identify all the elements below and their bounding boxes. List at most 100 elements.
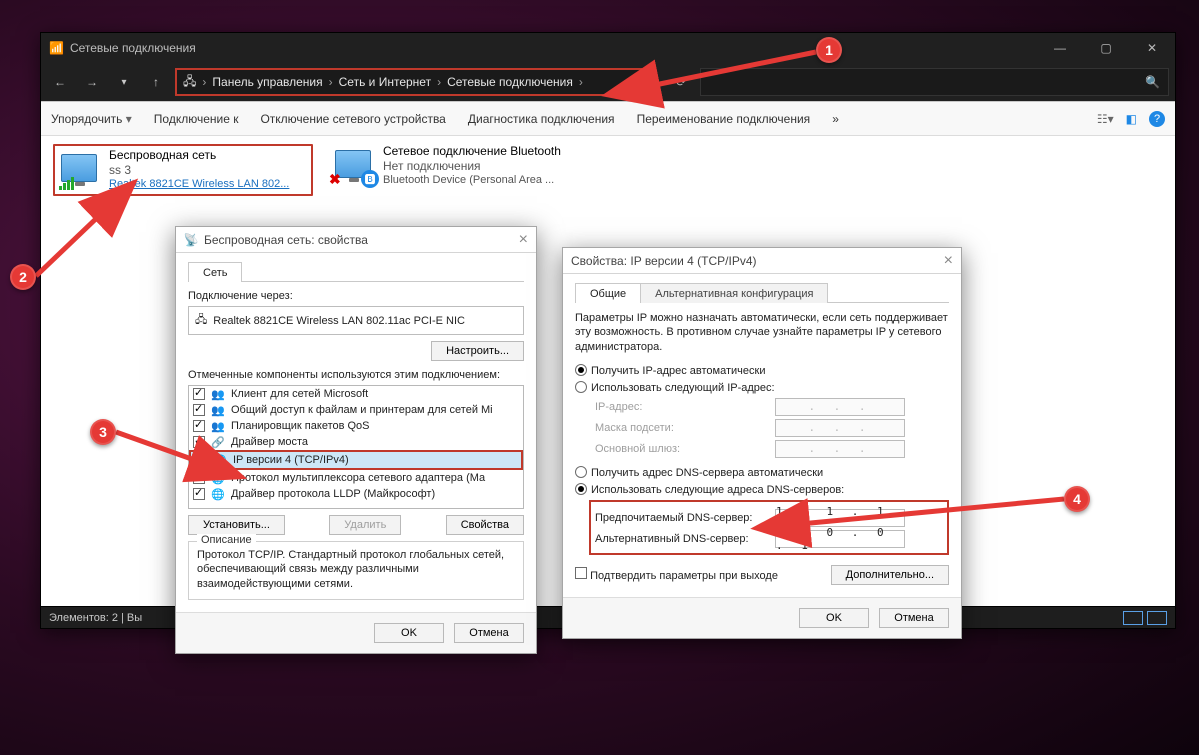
large-icons-view-icon[interactable] [1147,611,1167,625]
list-item-label: IP версии 4 (TCP/IPv4) [233,454,349,466]
install-button[interactable]: Установить... [188,515,285,535]
ip-label: IP-адрес: [595,401,775,413]
adapter-properties-dialog: 📡 Беспроводная сеть: свойства × Сеть Под… [175,226,537,654]
view-options-icon[interactable]: ☷▾ [1097,112,1114,126]
breadcrumb-item[interactable]: Сеть и Интернет [339,75,431,89]
mask-input: . . . [775,419,905,437]
rename-button[interactable]: Переименование подключения [637,112,811,126]
list-item-label: Протокол мультиплексора сетевого адаптер… [231,472,485,484]
dns-highlight-box: Предпочитаемый DNS-сервер:1 . 1 . 1 . 1 … [589,500,949,555]
description-title: Описание [197,534,256,546]
protocol-icon: 🌐 [213,453,227,467]
dialog-title: Свойства: IP версии 4 (TCP/IPv4) [571,254,757,268]
nic-icon: 🖧 [195,311,207,330]
radio-label: Использовать следующий IP-адрес: [591,382,775,394]
annotation-marker-2: 2 [10,264,36,290]
wifi-icon: 📡 [184,233,198,247]
dropdown-icon[interactable]: ⌄ [656,75,666,89]
configure-button[interactable]: Настроить... [431,341,524,361]
ok-button[interactable]: OK [374,623,444,643]
connect-to-button[interactable]: Подключение к [154,112,239,126]
client-icon: 👥 [211,387,225,401]
preview-pane-icon[interactable]: ◧ [1126,112,1137,126]
status-text: Элементов: 2 | Вы [49,612,142,624]
checkbox-icon[interactable] [193,488,205,500]
search-box[interactable]: 🔍 [700,68,1169,96]
breadcrumb-item[interactable]: Панель управления [212,75,322,89]
overflow-button[interactable]: » [832,112,839,126]
intro-text: Параметры IP можно назначать автоматичес… [575,311,949,354]
connection-status: Нет подключения [383,159,561,174]
advanced-button[interactable]: Дополнительно... [831,565,949,585]
confirm-label: Подтвердить параметры при выходе [590,570,778,582]
protocol-icon: 🌐 [211,471,225,485]
help-icon[interactable]: ? [1149,111,1165,127]
connection-item-bluetooth[interactable]: ✖ 🅱 Сетевое подключение Bluetooth Нет по… [331,144,591,188]
connection-item-wifi[interactable]: Беспроводная сеть ss 3 Realtek 8821CE Wi… [53,144,313,196]
dns2-label: Альтернативный DNS-сервер: [595,533,775,545]
search-icon: 🔍 [1145,75,1160,89]
radio-ip-manual[interactable] [575,381,587,393]
nav-row: ← → ▾ ↑ 🖧 › Панель управления › Сеть и И… [41,63,1175,101]
annotation-marker-4: 4 [1064,486,1090,512]
components-list[interactable]: 👥Клиент для сетей Microsoft 👥Общий досту… [188,385,524,509]
disable-device-button[interactable]: Отключение сетевого устройства [260,112,445,126]
up-button[interactable]: ↑ [143,69,169,95]
radio-label: Использовать следующие адреса DNS-сервер… [591,484,844,496]
connection-device: Realtek 8821CE Wireless LAN 802... [109,178,289,192]
radio-dns-manual[interactable] [575,483,587,495]
organize-menu[interactable]: Упорядочить [51,112,132,126]
qos-icon: 👥 [211,419,225,433]
connection-name: Сетевое подключение Bluetooth [383,144,561,159]
ipv4-properties-dialog: Свойства: IP версии 4 (TCP/IPv4) × Общие… [562,247,962,639]
tab-alternate[interactable]: Альтернативная конфигурация [640,283,828,303]
radio-dns-auto[interactable] [575,466,587,478]
details-view-icon[interactable] [1123,611,1143,625]
checkbox-icon[interactable] [193,388,205,400]
checkbox-icon[interactable] [193,420,205,432]
chevron-right-icon: › [329,75,333,89]
description-text: Протокол TCP/IP. Стандартный протокол гл… [197,548,515,591]
list-item-label: Планировщик пакетов QoS [231,420,370,432]
connection-name: Беспроводная сеть [109,148,289,163]
checkbox-icon[interactable] [193,472,205,484]
close-button[interactable]: × [944,252,953,270]
tab-general[interactable]: Общие [575,283,641,303]
close-button[interactable]: ✕ [1129,33,1175,63]
breadcrumb[interactable]: 🖧 › Панель управления › Сеть и Интернет … [175,68,642,96]
breadcrumb-icon: 🖧 [183,72,196,93]
radio-ip-auto[interactable] [575,364,587,376]
properties-button[interactable]: Свойства [446,515,524,535]
checkbox-icon[interactable] [193,436,205,448]
ip-input: . . . [775,398,905,416]
list-item-label: Клиент для сетей Microsoft [231,388,368,400]
command-bar: Упорядочить Подключение к Отключение сет… [41,102,1175,136]
close-button[interactable]: × [519,231,528,249]
breadcrumb-item[interactable]: Сетевые подключения [447,75,573,89]
maximize-button[interactable]: ▢ [1083,33,1129,63]
checkbox-icon[interactable] [195,454,207,466]
back-button[interactable]: ← [47,69,73,95]
forward-button[interactable]: → [79,69,105,95]
diagnose-button[interactable]: Диагностика подключения [468,112,615,126]
dialog-title: Беспроводная сеть: свойства [204,233,368,247]
history-dropdown[interactable]: ▾ [111,69,137,95]
confirm-checkbox[interactable] [575,567,587,579]
wifi-signal-icon [59,176,74,190]
refresh-button[interactable]: ⟳ [676,75,686,89]
connection-status: ss 3 [109,163,289,178]
annotation-marker-1: 1 [816,37,842,63]
gateway-label: Основной шлюз: [595,443,775,455]
remove-button: Удалить [329,515,401,535]
cancel-button[interactable]: Отмена [454,623,524,643]
adapter-name: Realtek 8821CE Wireless LAN 802.11ac PCI… [213,315,465,327]
annotation-marker-3: 3 [90,419,116,445]
chevron-right-icon: › [579,75,583,89]
dns1-input[interactable]: 1 . 1 . 1 . 1 [775,509,905,527]
minimize-button[interactable]: — [1037,33,1083,63]
dns2-input[interactable]: 1 . 0 . 0 . 1 [775,530,905,548]
cancel-button[interactable]: Отмена [879,608,949,628]
ok-button[interactable]: OK [799,608,869,628]
tab-network[interactable]: Сеть [188,262,242,282]
checkbox-icon[interactable] [193,404,205,416]
